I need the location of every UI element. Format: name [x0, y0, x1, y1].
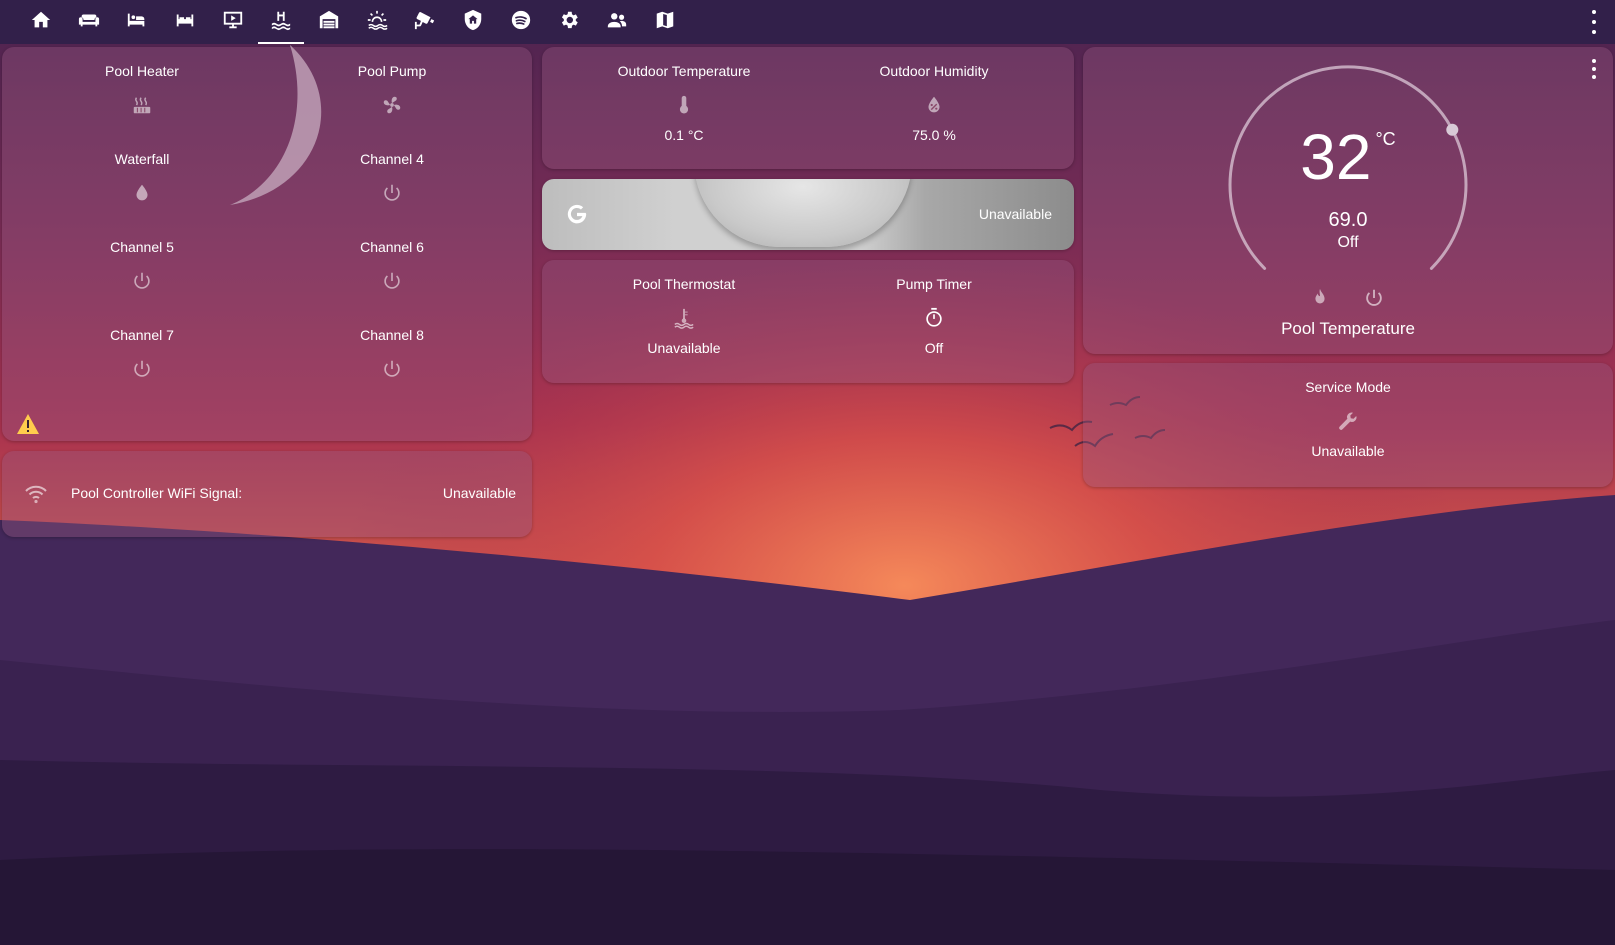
switch-channel-8[interactable]: Channel 8: [322, 325, 462, 381]
outdoor-humidity-value: 75.0 %: [912, 127, 956, 143]
pool-thermostat-value: Unavailable: [647, 340, 721, 356]
tab-shield-home[interactable]: [450, 0, 496, 44]
garage-icon: [318, 9, 340, 36]
tab-bed-double[interactable]: [162, 0, 208, 44]
fan-icon: [381, 93, 403, 117]
projector-screen-icon: [222, 9, 244, 36]
switch-pool-pump[interactable]: Pool Pump: [322, 61, 462, 117]
tab-cctv[interactable]: [402, 0, 448, 44]
outdoor-card: Outdoor Temperature 0.1 °C Outdoor Humid…: [542, 47, 1074, 169]
switch-waterfall[interactable]: Waterfall: [72, 149, 212, 205]
fire-icon[interactable]: [1309, 287, 1331, 314]
cctv-icon: [414, 9, 436, 36]
outdoor-temperature-value: 0.1 °C: [664, 127, 704, 143]
timer-icon: [923, 306, 945, 330]
heat-icon: [131, 93, 153, 117]
switch-channel-5[interactable]: Channel 5: [72, 237, 212, 293]
alert-icon: [16, 413, 40, 435]
weather-icon: [366, 9, 388, 36]
shield-home-icon: [462, 9, 484, 36]
switch-label: Waterfall: [114, 151, 170, 167]
switch-channel-7[interactable]: Channel 7: [72, 325, 212, 381]
tab-bed[interactable]: [114, 0, 160, 44]
current-temperature: 69.0: [1328, 209, 1368, 231]
power-icon: [381, 269, 403, 293]
pool-thermostat-sensor[interactable]: Pool Thermostat Unavailable: [614, 274, 754, 358]
service-mode-card: Service Mode Unavailable: [1083, 363, 1613, 487]
power-icon: [131, 357, 153, 381]
bed-double-icon: [174, 9, 196, 36]
power-icon: [381, 357, 403, 381]
wifi-label: Pool Controller WiFi Signal:: [71, 485, 243, 501]
tab-home[interactable]: [18, 0, 64, 44]
thermometer-icon: [673, 93, 695, 117]
outdoor-temperature-label: Outdoor Temperature: [617, 63, 751, 79]
service-mode-label: Service Mode: [1305, 379, 1391, 395]
thermostat-name: Pool Temperature: [1281, 319, 1415, 338]
switch-label: Pool Heater: [105, 63, 179, 79]
switch-pool-heater[interactable]: Pool Heater: [72, 61, 212, 117]
switch-label: Channel 7: [110, 327, 174, 343]
account-group-icon: [606, 9, 628, 36]
pump-timer-value: Off: [924, 340, 944, 356]
temperature-dial[interactable]: [1083, 47, 1613, 354]
pump-timer-label: Pump Timer: [896, 276, 972, 292]
switch-label: Channel 4: [360, 151, 424, 167]
map-icon: [654, 9, 676, 36]
target-temperature-value: 32: [1300, 121, 1372, 193]
pool-temperature-thermostat-card: 32 °C 69.0 Off Pool Temperature: [1083, 47, 1613, 354]
outdoor-humidity-label: Outdoor Humidity: [879, 63, 989, 79]
outdoor-temperature-sensor[interactable]: Outdoor Temperature 0.1 °C: [614, 61, 754, 145]
pool-thermometer-icon: [673, 306, 695, 330]
tab-garage[interactable]: [306, 0, 352, 44]
service-mode-value: Unavailable: [1311, 443, 1385, 459]
water-drop-icon: [131, 181, 153, 205]
bed-icon: [126, 9, 148, 36]
target-temperature-unit: °C: [1375, 129, 1396, 149]
switch-label: Pool Pump: [357, 63, 427, 79]
switch-channel-6[interactable]: Channel 6: [322, 237, 462, 293]
switch-label: Channel 5: [110, 239, 174, 255]
wrench-icon: [1337, 409, 1359, 433]
spotify-icon: [510, 9, 532, 36]
sofa-icon: [78, 9, 100, 36]
pump-timer-sensor[interactable]: Pump Timer Off: [864, 274, 1004, 358]
dots-vertical-icon[interactable]: [1587, 10, 1601, 34]
tab-cog[interactable]: [546, 0, 592, 44]
media-player-card[interactable]: Unavailable: [542, 179, 1074, 250]
tab-weather[interactable]: [354, 0, 400, 44]
switch-channel-4[interactable]: Channel 4: [322, 149, 462, 205]
wifi-value: Unavailable: [442, 485, 516, 501]
tab-spotify[interactable]: [498, 0, 544, 44]
pool-thermostat-label: Pool Thermostat: [632, 276, 736, 292]
power-icon[interactable]: [1363, 287, 1385, 314]
google-icon: [564, 201, 590, 227]
tab-sofa[interactable]: [66, 0, 112, 44]
tab-pool[interactable]: [258, 0, 304, 44]
wifi-icon: [24, 482, 48, 511]
home-icon: [30, 9, 52, 36]
power-icon: [131, 269, 153, 293]
target-temperature: 32 °C: [1083, 125, 1613, 189]
tab-map[interactable]: [642, 0, 688, 44]
switch-label: Channel 8: [360, 327, 424, 343]
top-app-bar: [0, 0, 1615, 44]
hvac-mode: Off: [1337, 234, 1359, 251]
cog-icon: [558, 9, 580, 36]
water-percent-icon: [923, 93, 945, 117]
wifi-signal-card[interactable]: Pool Controller WiFi Signal: Unavailable: [2, 451, 532, 537]
tab-projector-screen[interactable]: [210, 0, 256, 44]
pool-status-card: Pool Thermostat Unavailable Pump Timer O…: [542, 260, 1074, 383]
speaker-image: [694, 179, 912, 247]
media-status: Unavailable: [978, 206, 1052, 222]
switch-label: Channel 6: [360, 239, 424, 255]
power-icon: [381, 181, 403, 205]
pool-controls-card: Pool Heater Pool Pump Waterfall Channel 4 Ch…: [2, 47, 532, 441]
outdoor-humidity-sensor[interactable]: Outdoor Humidity 75.0 %: [864, 61, 1004, 145]
pool-icon: [270, 9, 292, 36]
tab-account-group[interactable]: [594, 0, 640, 44]
service-mode-sensor[interactable]: Service Mode Unavailable: [1278, 377, 1418, 461]
